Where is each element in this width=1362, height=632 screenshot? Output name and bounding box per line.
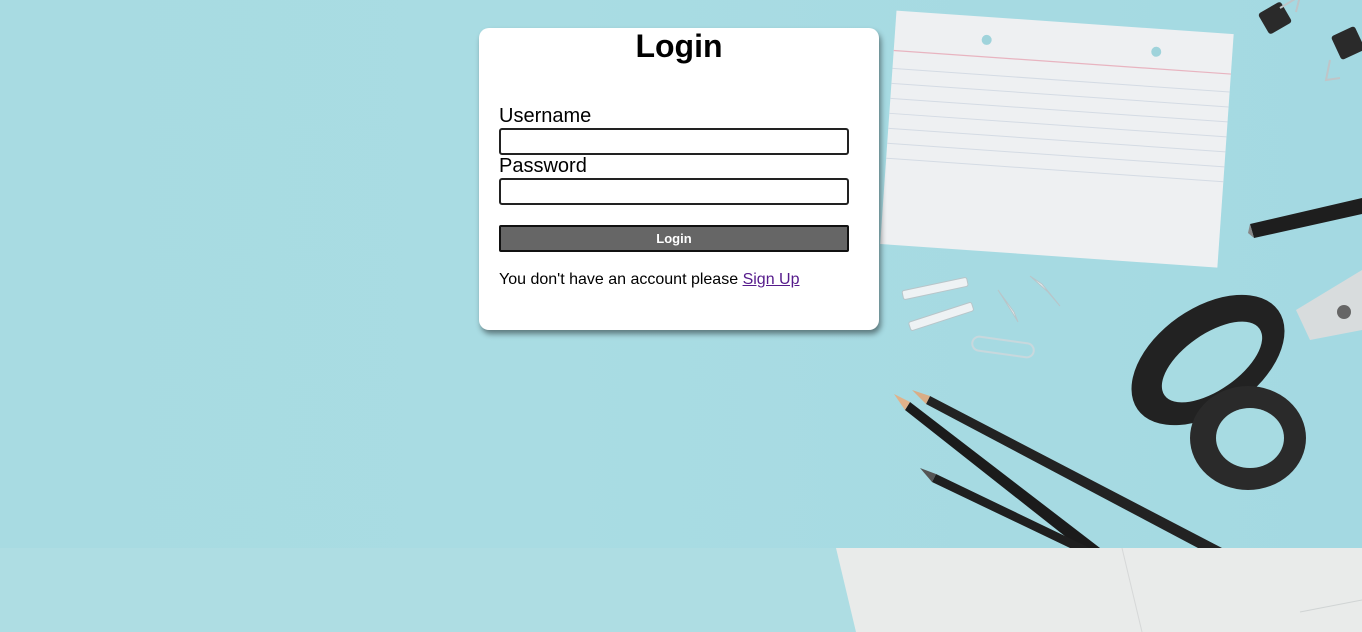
login-card: Login Username Password Login You don't … xyxy=(479,28,879,330)
password-label: Password xyxy=(499,155,587,177)
binder-clip-icon xyxy=(1258,0,1301,34)
clothespin-icon xyxy=(901,277,974,331)
login-button[interactable]: Login xyxy=(499,225,849,252)
pushpin-icon xyxy=(997,275,1061,323)
signup-prompt: You don't have an account please Sign Up xyxy=(499,270,799,290)
signup-link[interactable]: Sign Up xyxy=(743,271,800,288)
binder-clip-icon xyxy=(1324,26,1362,82)
login-page: Login Username Password Login You don't … xyxy=(0,0,1362,632)
marker-icon xyxy=(1248,198,1362,238)
password-input[interactable] xyxy=(499,178,849,205)
signup-prompt-text: You don't have an account please xyxy=(499,271,739,288)
page-title: Login xyxy=(635,28,723,64)
scissors-icon xyxy=(1131,270,1362,490)
index-card xyxy=(880,10,1234,268)
paperclip-icon xyxy=(971,335,1035,359)
username-input[interactable] xyxy=(499,128,849,155)
username-label: Username xyxy=(499,105,592,127)
